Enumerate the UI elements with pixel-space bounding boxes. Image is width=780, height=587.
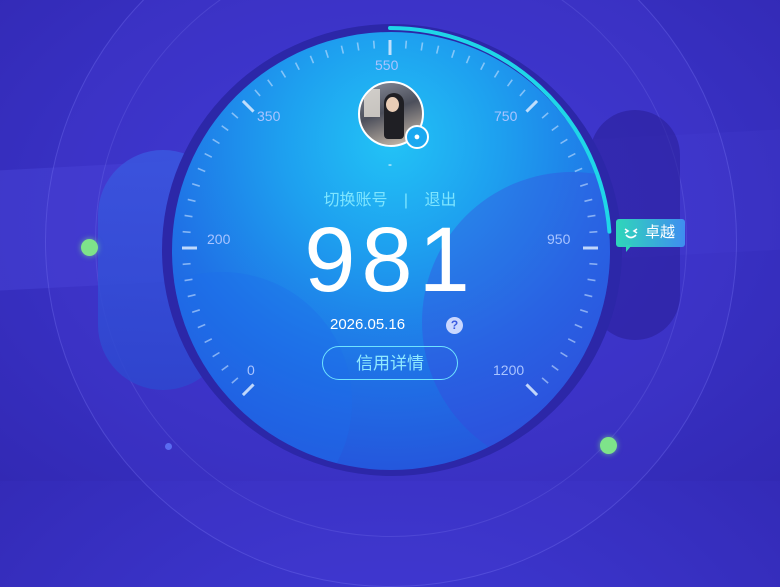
gauge-tick (221, 125, 229, 132)
gauge-tick (197, 323, 206, 329)
gauge-tick (404, 40, 408, 49)
credit-detail-button[interactable]: 信用详情 (322, 346, 458, 380)
gauge-tick (574, 323, 583, 329)
gauge-tick (541, 377, 549, 384)
avatar-photo-face (386, 97, 399, 112)
level-badge: 卓越 (616, 219, 685, 252)
gauge-tick (560, 138, 568, 145)
gauge-tick (451, 49, 456, 59)
gauge-label-350: 350 (257, 108, 281, 124)
gauge-tick (340, 45, 345, 54)
link-separator: | (403, 192, 409, 209)
gauge-tick (519, 89, 526, 97)
gauge-tick (551, 125, 559, 132)
gauge-tick (506, 79, 513, 87)
gauge-tick (356, 42, 360, 51)
gauge-tick (420, 42, 424, 51)
gauge-tick (372, 40, 376, 49)
avatar-photo-light (364, 89, 380, 117)
gauge-tick (493, 70, 500, 78)
gauge-tick (309, 55, 315, 64)
gauge-tick (567, 338, 576, 344)
gauge-tick (435, 45, 440, 54)
gauge-tick (204, 338, 213, 344)
gauge-label-0: 0 (247, 362, 255, 378)
account-links: 切换账号 | 退出 (0, 186, 780, 210)
gauge-tick (212, 351, 220, 358)
user-nickname: - (388, 157, 392, 171)
gauge-tick (541, 112, 549, 119)
gauge-tick (221, 364, 229, 371)
gauge-tick (560, 351, 568, 358)
smiley-icon (622, 223, 640, 241)
gauge-tick (241, 99, 255, 113)
score-date: 2026.05.16 (330, 316, 406, 333)
badge-tail (626, 245, 632, 252)
gauge-tick (579, 309, 589, 314)
gauge-tick (241, 383, 255, 397)
question-icon[interactable]: ? (446, 317, 463, 334)
level-label: 卓越 (645, 224, 676, 241)
gauge-tick (280, 70, 287, 78)
gauge-tick (324, 49, 329, 59)
gauge-tick (525, 99, 539, 113)
gauge-tick (231, 112, 239, 119)
gauge-tick (551, 364, 559, 371)
gauge-tick (212, 138, 220, 145)
gauge-tick (267, 79, 274, 87)
switch-account-link[interactable]: 切换账号 (323, 192, 387, 209)
gauge-tick (480, 62, 486, 71)
gauge-tick (525, 383, 539, 397)
gauge-tick (465, 55, 471, 64)
logout-link[interactable]: 退出 (425, 192, 457, 209)
gauge-label-750: 750 (494, 108, 518, 124)
gauge-tick (254, 89, 261, 97)
gauge-label-550: 550 (375, 57, 399, 73)
gauge-label-1200: 1200 (493, 362, 525, 378)
gauge-tick (231, 377, 239, 384)
gauge-tick (191, 309, 201, 314)
gauge-tick (294, 62, 300, 71)
qq-penguin-icon: ● (405, 125, 429, 149)
